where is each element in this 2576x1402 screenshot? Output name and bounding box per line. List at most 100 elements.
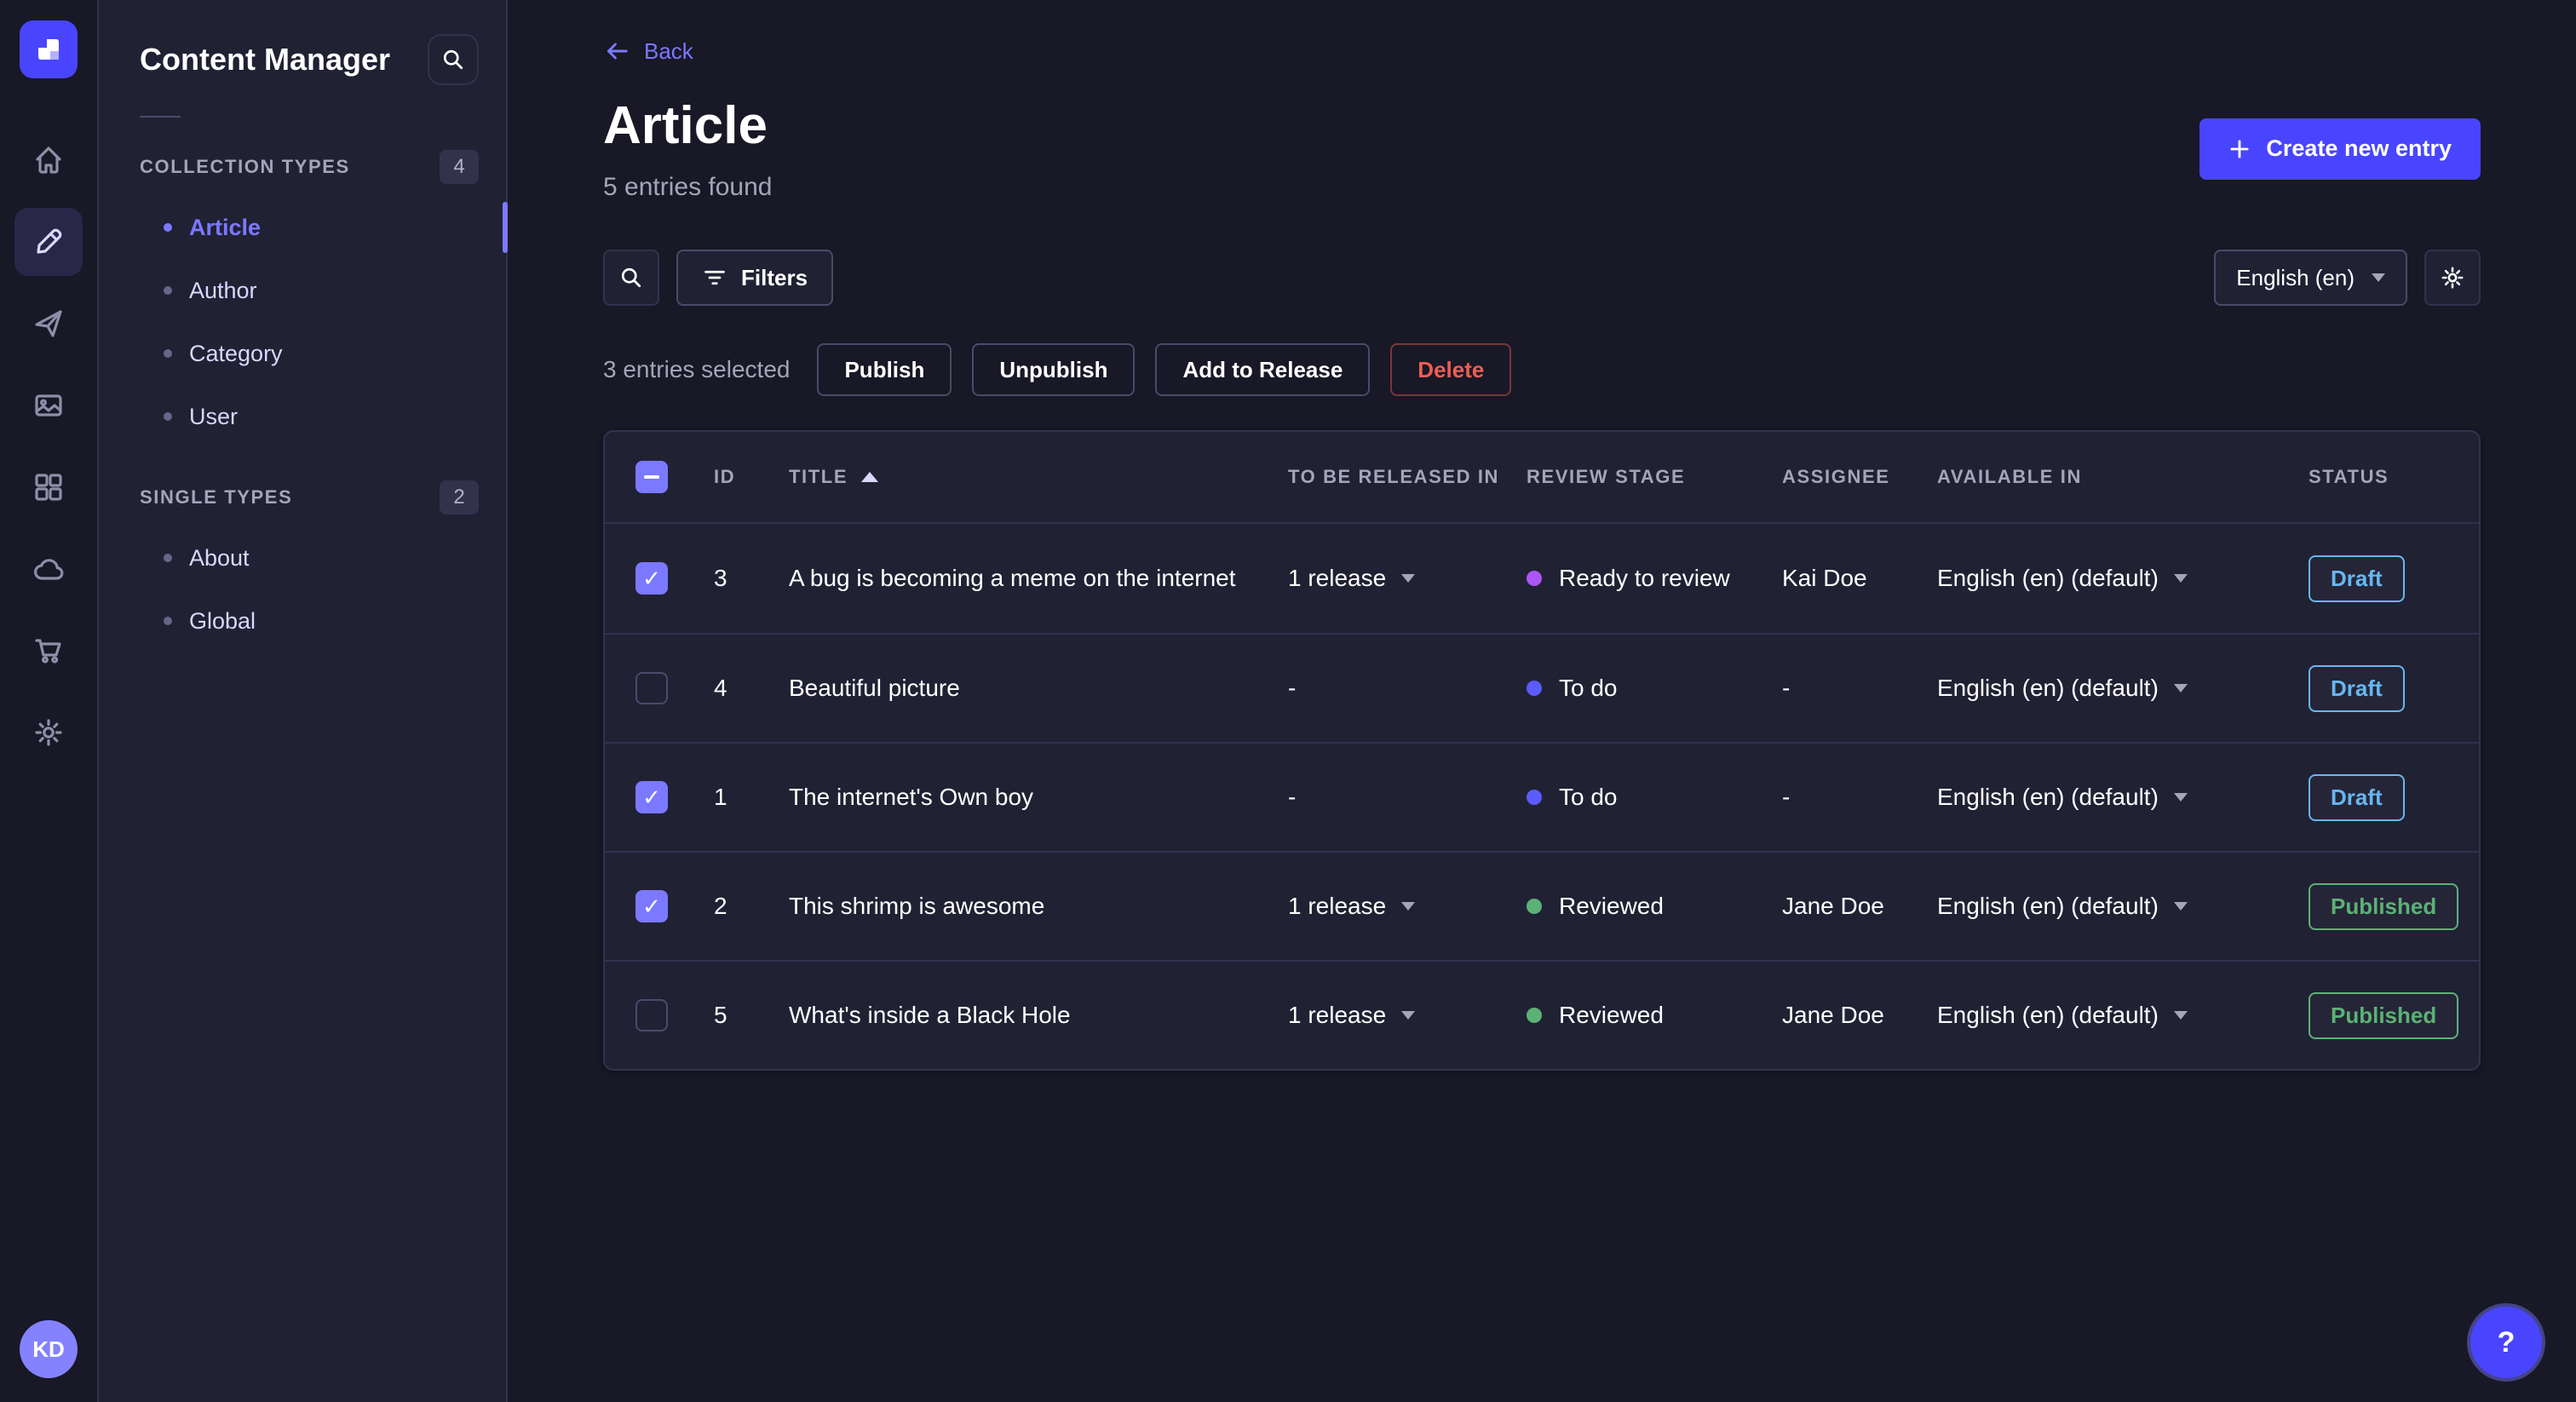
sidebar-item-label: Global: [189, 607, 256, 634]
row-release-dropdown[interactable]: 1 release: [1288, 1002, 1527, 1029]
table-row[interactable]: 4 Beautiful picture - To do - English (e…: [605, 633, 2479, 742]
filter-icon: [704, 270, 725, 285]
header-assignee: ASSIGNEE: [1782, 466, 1890, 487]
chevron-down-icon: [1401, 902, 1416, 911]
search-icon: [443, 49, 463, 70]
locale-selected-label: English (en): [2236, 264, 2355, 290]
rail-icon-list: [14, 126, 83, 767]
status-badge: Draft: [2309, 554, 2405, 602]
locale-select[interactable]: English (en): [2214, 250, 2407, 306]
row-locale-dropdown[interactable]: English (en) (default): [1937, 1002, 2309, 1029]
row-checkbox[interactable]: [635, 890, 668, 922]
sidebar-item-article[interactable]: Article: [140, 196, 479, 259]
status-badge: Draft: [2309, 664, 2405, 712]
table-row[interactable]: 3 A bug is becoming a meme on the intern…: [605, 524, 2479, 633]
filters-button[interactable]: Filters: [676, 250, 834, 306]
content-type-builder-icon[interactable]: [14, 453, 83, 521]
chevron-down-icon: [2173, 574, 2188, 583]
select-all-checkbox[interactable]: [635, 461, 668, 493]
row-id: 1: [714, 784, 727, 810]
sidebar-item-about[interactable]: About: [140, 526, 479, 589]
status-badge: Draft: [2309, 773, 2405, 821]
section-count-badge: 4: [440, 150, 479, 184]
create-new-entry-button[interactable]: Create new entry: [2199, 118, 2481, 180]
sort-ascending-icon[interactable]: [861, 472, 879, 482]
bullet-icon: [164, 554, 172, 562]
section-label: SINGLE TYPES: [140, 486, 293, 508]
row-review-stage: To do: [1527, 675, 1782, 702]
row-locale-dropdown[interactable]: English (en) (default): [1937, 893, 2309, 920]
chevron-down-icon: [2173, 684, 2188, 692]
releases-icon[interactable]: [14, 290, 83, 358]
sidebar-item-user[interactable]: User: [140, 385, 479, 448]
sidebar-search-button[interactable]: [428, 34, 479, 85]
app-root: KD Content Manager COLLECTION TYPES 4 Ar…: [0, 0, 2576, 1402]
bullet-icon: [164, 223, 172, 232]
deploy-cloud-icon[interactable]: [14, 535, 83, 603]
row-title: A bug is becoming a meme on the internet: [789, 565, 1236, 591]
help-button[interactable]: ?: [2470, 1307, 2542, 1378]
sidebar-item-author[interactable]: Author: [140, 259, 479, 322]
unpublish-button[interactable]: Unpublish: [972, 343, 1136, 396]
table-row[interactable]: 2 This shrimp is awesome 1 release Revie…: [605, 851, 2479, 960]
sidebar-divider: [140, 116, 181, 118]
title-block: Article 5 entries found: [603, 95, 772, 202]
chevron-down-icon: [2173, 902, 2188, 911]
row-checkbox[interactable]: [635, 999, 668, 1031]
publish-button[interactable]: Publish: [817, 343, 952, 396]
sidebar-title: Content Manager: [140, 42, 391, 77]
row-locale-dropdown[interactable]: English (en) (default): [1937, 675, 2309, 702]
media-library-icon[interactable]: [14, 371, 83, 440]
sidebar-item-category[interactable]: Category: [140, 322, 479, 385]
table-search-button[interactable]: [603, 250, 659, 306]
row-locale-label: English (en) (default): [1937, 893, 2159, 919]
row-release-dropdown[interactable]: -: [1288, 675, 1527, 702]
selection-actions: 3 entries selected Publish Unpublish Add…: [603, 343, 2481, 396]
header-title-label: TITLE: [789, 466, 848, 487]
table-row[interactable]: 1 The internet's Own boy - To do - Engli…: [605, 742, 2479, 851]
row-assignee: -: [1782, 675, 1791, 701]
strapi-logo[interactable]: [20, 20, 78, 78]
row-assignee: Kai Doe: [1782, 565, 1867, 591]
row-assignee: -: [1782, 784, 1791, 810]
user-avatar[interactable]: KD: [20, 1320, 78, 1378]
add-to-release-button[interactable]: Add to Release: [1155, 343, 1371, 396]
table-row[interactable]: 5 What's inside a Black Hole 1 release R…: [605, 960, 2479, 1069]
back-label: Back: [644, 37, 693, 64]
stage-dot-icon: [1527, 681, 1542, 696]
row-locale-dropdown[interactable]: English (en) (default): [1937, 784, 2309, 811]
plus-icon: [2230, 139, 2249, 158]
back-link[interactable]: Back: [603, 37, 693, 65]
gear-icon: [2441, 267, 2464, 289]
home-icon[interactable]: [14, 126, 83, 194]
delete-button[interactable]: Delete: [1390, 343, 1512, 396]
row-release-dropdown[interactable]: 1 release: [1288, 565, 1527, 592]
chevron-down-icon: [2372, 273, 2385, 282]
bullet-icon: [164, 286, 172, 295]
settings-gear-icon[interactable]: [14, 698, 83, 767]
row-checkbox[interactable]: [635, 672, 668, 704]
header-title: TITLE: [789, 466, 1288, 488]
row-release-dropdown[interactable]: -: [1288, 784, 1527, 811]
row-release-dropdown[interactable]: 1 release: [1288, 893, 1527, 920]
row-locale-dropdown[interactable]: English (en) (default): [1937, 565, 2309, 592]
row-release-label: 1 release: [1288, 565, 1387, 591]
view-settings-button[interactable]: [2424, 250, 2481, 306]
row-checkbox[interactable]: [635, 562, 668, 595]
stage-label: To do: [1559, 675, 1618, 701]
row-checkbox[interactable]: [635, 781, 668, 813]
row-id: 4: [714, 675, 727, 701]
stage-label: Reviewed: [1559, 1002, 1664, 1028]
stage-dot-icon: [1527, 571, 1542, 586]
bullet-icon: [164, 617, 172, 625]
row-title: What's inside a Black Hole: [789, 1002, 1071, 1028]
chevron-down-icon: [2173, 793, 2188, 802]
sidebar-item-global[interactable]: Global: [140, 589, 479, 652]
marketplace-cart-icon[interactable]: [14, 617, 83, 685]
section-count-badge: 2: [440, 480, 479, 514]
row-id: 3: [714, 565, 727, 591]
content-manager-sidebar: Content Manager COLLECTION TYPES 4 Artic…: [99, 0, 508, 1402]
content-manager-icon[interactable]: [14, 208, 83, 276]
header-available-in: AVAILABLE IN: [1937, 466, 2082, 487]
sidebar-item-label: Article: [189, 214, 262, 240]
